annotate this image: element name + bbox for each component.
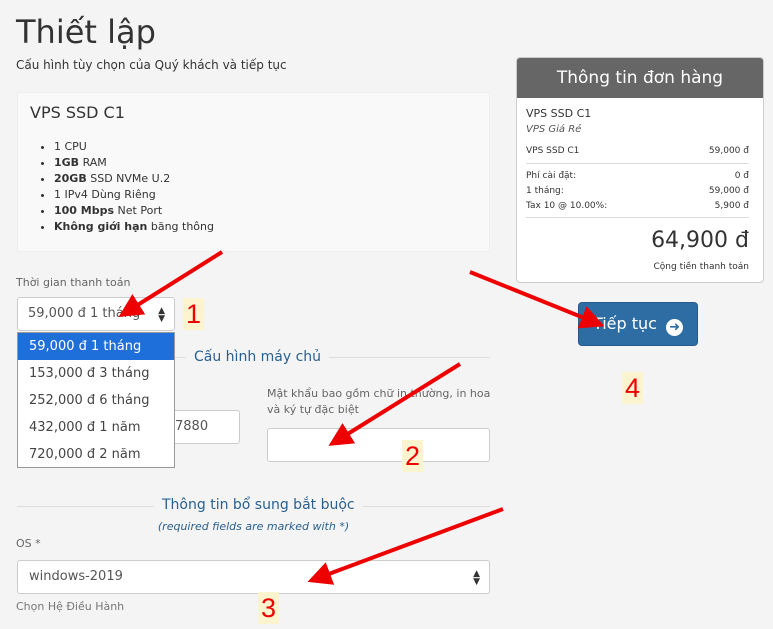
hostname-input[interactable]: 7880 (175, 410, 240, 444)
billing-option[interactable]: 720,000 đ 2 năm (18, 441, 174, 468)
os-label: OS * (16, 537, 41, 550)
summary-product: VPS SSD C1 (526, 107, 592, 120)
feature-item: 100 Mbps Net Port (54, 203, 214, 219)
billing-cycle-selected: 59,000 đ 1 tháng (28, 306, 141, 321)
feature-item: 1 CPU (54, 139, 214, 155)
annotation-number: 4 (622, 372, 644, 404)
billing-option[interactable]: 432,000 đ 1 năm (18, 414, 174, 441)
order-summary-title: Thông tin đơn hàng (517, 58, 763, 98)
billing-cycle-label: Thời gian thanh toán (16, 276, 131, 289)
os-select[interactable]: windows-2019 ▲ ▼ (17, 560, 490, 594)
billing-option[interactable]: 153,000 đ 3 tháng (18, 360, 174, 387)
continue-button[interactable]: Tiếp tục ➜ (578, 302, 698, 346)
summary-group: VPS Giá Rẻ (526, 124, 582, 135)
summary-total: 64,900 đ (651, 228, 749, 253)
extra-info-title: Thông tin bổ sung bắt buộc (154, 497, 363, 513)
select-arrows-icon: ▲ ▼ (158, 306, 165, 324)
billing-cycle-dropdown: 59,000 đ 1 tháng 153,000 đ 3 tháng 252,0… (17, 332, 175, 468)
summary-divider (526, 217, 749, 218)
summary-setup-fee: Phí cài đặt: 0 đ (526, 171, 749, 181)
summary-period: 1 tháng: 59,000 đ (526, 186, 749, 196)
order-summary: Thông tin đơn hàng VPS SSD C1 VPS Giá Rẻ… (516, 57, 764, 283)
product-name: VPS SSD C1 (30, 103, 125, 122)
feature-item: 1GB RAM (54, 155, 214, 171)
os-help-text: Chọn Hệ Điều Hành (16, 600, 125, 613)
feature-item: 1 IPv4 Dùng Riêng (54, 187, 214, 203)
password-label: Mật khẩu bao gồm chữ in thường, in hoa v… (267, 387, 491, 416)
summary-total-label: Cộng tiền thanh toán (653, 262, 749, 272)
os-selected: windows-2019 (29, 569, 123, 584)
billing-option[interactable]: 59,000 đ 1 tháng (18, 333, 174, 360)
page-title: Thiết lập (16, 13, 156, 51)
billing-cycle-select[interactable]: 59,000 đ 1 tháng ▲ ▼ (17, 297, 175, 331)
select-arrows-icon: ▲ ▼ (473, 569, 480, 587)
feature-list: 1 CPU 1GB RAM 20GB SSD NVMe U.2 1 IPv4 D… (30, 139, 214, 235)
required-note: (required fields are marked with *) (157, 520, 350, 533)
summary-divider (526, 163, 749, 164)
continue-label: Tiếp tục (592, 314, 657, 333)
summary-tax: Tax 10 @ 10.00%: 5,900 đ (526, 201, 749, 211)
annotation-number: 2 (402, 440, 424, 472)
product-info-box: VPS SSD C1 1 CPU 1GB RAM 20GB SSD NVMe U… (17, 92, 490, 252)
feature-item: 20GB SSD NVMe U.2 (54, 171, 214, 187)
annotation-number: 3 (258, 592, 280, 624)
server-config-title: Cấu hình máy chủ (186, 349, 330, 365)
billing-option[interactable]: 252,000 đ 6 tháng (18, 387, 174, 414)
arrow-circle-right-icon: ➜ (666, 319, 684, 336)
feature-item: Không giới hạn băng thông (54, 219, 214, 235)
password-input[interactable] (267, 428, 490, 462)
summary-line: VPS SSD C1 59,000 đ (526, 146, 749, 156)
page-subtitle: Cấu hình tùy chọn của Quý khách và tiếp … (16, 58, 287, 72)
annotation-number: 1 (183, 298, 205, 330)
